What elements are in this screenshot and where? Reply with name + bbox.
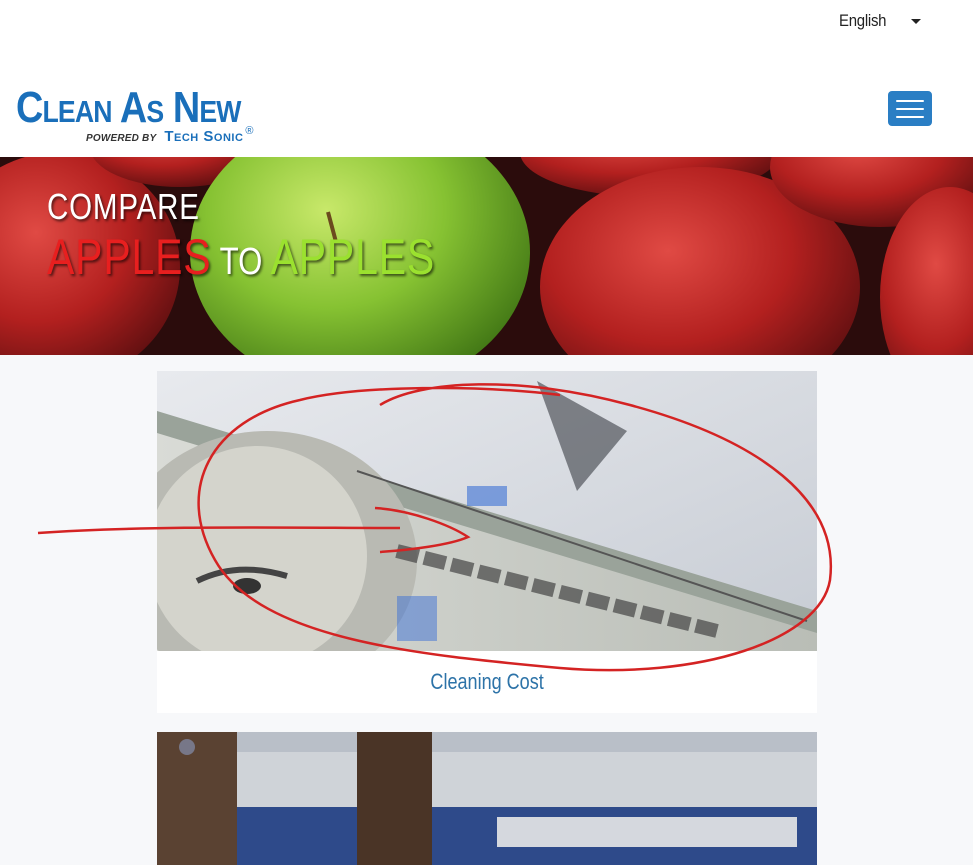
logo-powered-by: POWERED BY (86, 133, 157, 144)
hero-banner: COMPARE APPLES TO APPLES (0, 157, 973, 355)
hero-line-compare: COMPARE (47, 186, 200, 227)
card-cleaning-cost[interactable]: Cleaning Cost (157, 371, 817, 713)
caret-down-icon (911, 18, 921, 24)
language-label: English (839, 11, 887, 30)
card-tank-image[interactable] (157, 732, 817, 865)
logo[interactable]: Clean As New POWERED BY Tech Sonic ® (16, 86, 276, 152)
logo-tech-sonic: Tech Sonic (164, 128, 244, 145)
logo-main-text: Clean As New (16, 83, 241, 132)
hero-word-red: APPLES (47, 229, 212, 285)
ultrasonic-tank-image (157, 732, 817, 865)
card-caption: Cleaning Cost (157, 651, 817, 713)
banknote-illustration (157, 371, 817, 651)
logo-registered-mark: ® (245, 125, 254, 137)
hero-word-green: APPLES (270, 229, 436, 285)
hero-heading: COMPARE APPLES TO APPLES (47, 185, 520, 290)
hamburger-icon-bar (896, 99, 924, 102)
language-selector[interactable]: English (839, 11, 921, 31)
hamburger-icon-bar (896, 107, 924, 110)
logo-subline: POWERED BY Tech Sonic ® (86, 125, 260, 145)
hamburger-menu-button[interactable] (888, 91, 932, 126)
hundred-dollar-bill-image[interactable] (157, 371, 817, 651)
hero-line-apples: APPLES TO APPLES (47, 229, 435, 290)
cleaning-cost-link[interactable]: Cleaning Cost (430, 669, 543, 695)
hero-word-to: TO (219, 241, 263, 283)
hamburger-icon-bar (896, 115, 924, 118)
top-bar: English (0, 0, 973, 60)
site-header: Clean As New POWERED BY Tech Sonic ® (0, 60, 973, 157)
